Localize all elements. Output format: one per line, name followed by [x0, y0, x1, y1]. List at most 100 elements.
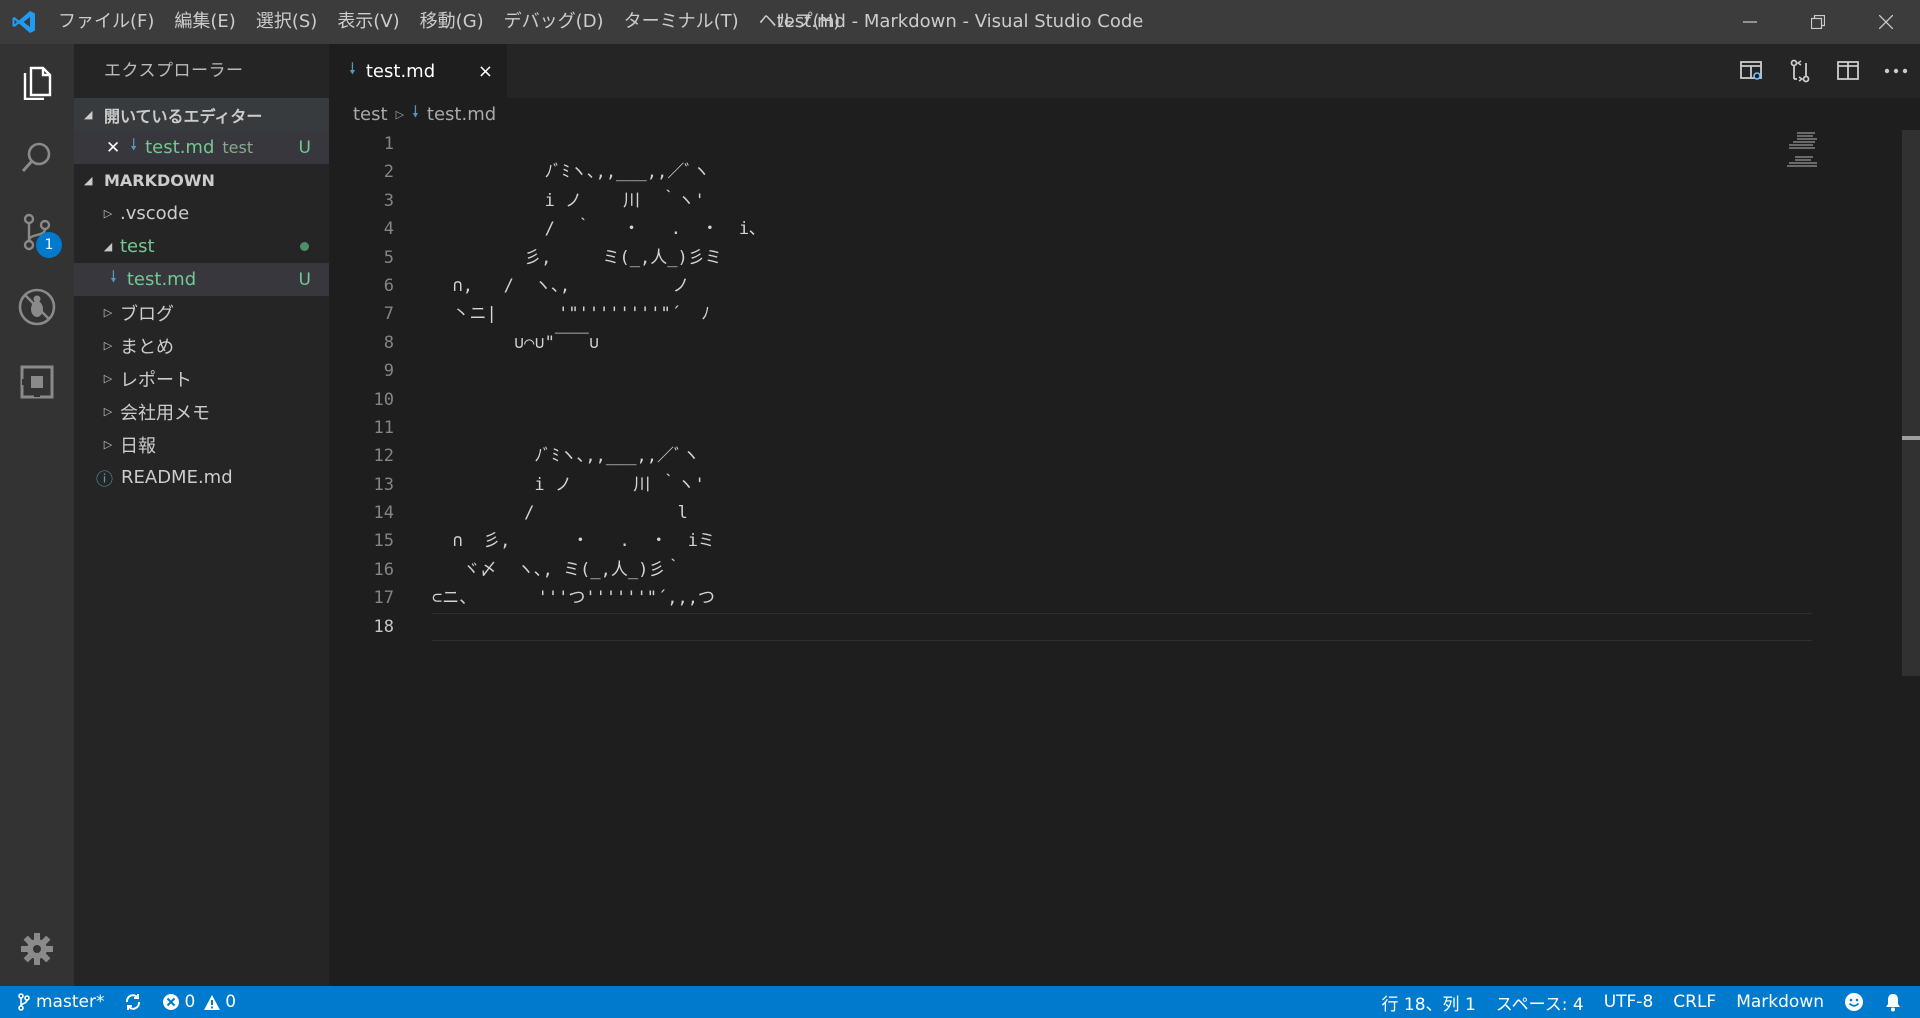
- tree-item-label: test: [120, 236, 155, 257]
- code-line[interactable]: [432, 414, 1812, 442]
- expanded-chevron-icon: ◢: [103, 240, 113, 253]
- untracked-badge: U: [298, 137, 311, 158]
- line-number-current: 18: [373, 616, 394, 637]
- code-line[interactable]: ﾉﾞﾐヽ､,,___,,／ﾞヽ: [432, 158, 1812, 186]
- open-editor-item[interactable]: ✕ 🠗 test.md test U: [74, 131, 329, 164]
- explorer-sidebar: エクスプローラー ◢ 開いているエディター ✕ 🠗 test.md test U…: [74, 44, 329, 986]
- eol-setting[interactable]: CRLF: [1663, 986, 1726, 1018]
- split-editor-button[interactable]: [1824, 44, 1872, 98]
- menu-go[interactable]: 移動(G): [410, 0, 494, 44]
- open-changes-button[interactable]: [1776, 44, 1824, 98]
- close-window-button[interactable]: [1852, 0, 1920, 44]
- editor-area[interactable]: 1 2 3 4 5 6 7 8 9 10 11 12 13 14 15 16 1…: [329, 130, 1920, 986]
- warning-count: 0: [225, 992, 237, 1012]
- menu-file[interactable]: ファイル(F): [48, 0, 164, 44]
- indentation-setting[interactable]: スペース: 4: [1486, 986, 1594, 1018]
- preview-icon: [1740, 61, 1762, 80]
- git-branch-icon: [18, 993, 30, 1011]
- menu-edit[interactable]: 編集(E): [164, 0, 245, 44]
- breadcrumb-file[interactable]: test.md: [427, 104, 496, 125]
- notifications-button[interactable]: [1874, 986, 1920, 1018]
- vertical-scrollbar[interactable]: [1902, 130, 1920, 676]
- breadcrumb: test ▷ 🠗 test.md: [329, 98, 496, 130]
- sidebar-title: エクスプローラー: [104, 61, 244, 81]
- more-actions-button[interactable]: [1872, 44, 1920, 98]
- tree-item-company-memo[interactable]: ▷ 会社用メモ: [74, 395, 329, 428]
- modified-dot-icon: [300, 242, 309, 251]
- error-icon: [163, 994, 180, 1010]
- menu-terminal[interactable]: ターミナル(T): [614, 0, 749, 44]
- open-preview-button[interactable]: [1728, 44, 1776, 98]
- search-view-button[interactable]: [0, 119, 74, 194]
- open-editor-folder: test: [222, 138, 254, 157]
- breadcrumb-folder[interactable]: test: [353, 104, 388, 125]
- untracked-badge: U: [298, 269, 311, 290]
- menu-view[interactable]: 表示(V): [327, 0, 409, 44]
- code-line[interactable]: ⊂ニ、 '''つ''''''"´,,,つ: [432, 584, 1812, 612]
- tree-item-daily-report[interactable]: ▷ 日報: [74, 428, 329, 461]
- explorer-view-button[interactable]: [0, 44, 74, 119]
- feedback-button[interactable]: [1834, 986, 1874, 1018]
- restore-button[interactable]: [1784, 0, 1852, 44]
- line-number: 11: [373, 417, 394, 438]
- code-line[interactable]: 丶ニ| '"''''''''"´ ﾉ: [432, 300, 1812, 328]
- collapsed-chevron-icon: ▷: [103, 438, 113, 451]
- branch-indicator[interactable]: master*: [0, 986, 114, 1018]
- code-line[interactable]: i ノ 川 ｀ヽ': [432, 471, 1812, 499]
- tree-item-test[interactable]: ◢ test: [74, 230, 329, 263]
- line-number: 1: [383, 134, 394, 154]
- workspace-header[interactable]: ◢ MARKDOWN: [74, 164, 329, 197]
- tree-item-report[interactable]: ▷ レポート: [74, 362, 329, 395]
- tree-item-test-md[interactable]: 🠗 test.md U: [74, 263, 329, 296]
- restore-icon: [1811, 15, 1825, 29]
- menu-bar: ファイル(F) 編集(E) 選択(S) 表示(V) 移動(G) デバッグ(D) …: [48, 0, 850, 44]
- debug-view-button[interactable]: [0, 269, 74, 344]
- collapsed-chevron-icon: ▷: [103, 405, 113, 418]
- code-line[interactable]: ∩ 彡, ・ . ・ iミ: [432, 527, 1812, 555]
- editor-tab-bar: 🠗 test.md ×: [329, 44, 1920, 98]
- code-line[interactable]: ∪⌒∪"￣￣∪: [432, 329, 1812, 357]
- source-control-view-button[interactable]: 1: [0, 194, 74, 269]
- code-line[interactable]: 彡, ミ(_,人_)彡ミ: [432, 244, 1812, 272]
- code-line[interactable]: / l: [432, 499, 1812, 527]
- menu-debug[interactable]: デバッグ(D): [494, 0, 614, 44]
- tree-item-matome[interactable]: ▷ まとめ: [74, 329, 329, 362]
- close-editor-icon[interactable]: ✕: [106, 138, 120, 158]
- workspace-label: MARKDOWN: [104, 171, 215, 190]
- minimap[interactable]: [1787, 130, 1847, 170]
- language-mode[interactable]: Markdown: [1726, 986, 1834, 1018]
- menu-help[interactable]: ヘルプ(H): [749, 0, 851, 44]
- branch-name: master*: [36, 992, 105, 1012]
- manage-settings-button[interactable]: [0, 911, 74, 986]
- code-line[interactable]: i ノ 川 ｀ヽ': [432, 187, 1812, 215]
- encoding-setting[interactable]: UTF-8: [1594, 986, 1664, 1018]
- problems-indicator[interactable]: 0 0: [152, 986, 246, 1018]
- gear-icon: [21, 932, 53, 965]
- code-line[interactable]: ∩, / ヽ､, ノ: [432, 272, 1812, 300]
- code-line[interactable]: / ｀ ・ . ・ i､: [432, 215, 1812, 243]
- code-line[interactable]: [432, 386, 1812, 414]
- line-number: 14: [373, 503, 394, 524]
- tree-item-readme[interactable]: ⓘ README.md: [74, 461, 329, 494]
- line-number: 12: [373, 446, 394, 467]
- code-line[interactable]: ヾ〆 ヽ､, ミ(_,人_)彡｀: [432, 556, 1812, 584]
- menu-selection[interactable]: 選択(S): [246, 0, 327, 44]
- code-line[interactable]: ﾉﾞﾐヽ､,,___,,／ﾞヽ: [432, 442, 1812, 470]
- tree-item-blog[interactable]: ▷ ブログ: [74, 296, 329, 329]
- code-line[interactable]: [432, 130, 1812, 158]
- vscode-logo-icon: [0, 0, 48, 44]
- line-number: 7: [383, 304, 394, 325]
- minimize-button[interactable]: [1716, 0, 1784, 44]
- tab-test-md[interactable]: 🠗 test.md ×: [329, 44, 507, 98]
- extensions-view-button[interactable]: [0, 344, 74, 419]
- tree-item-vscode[interactable]: ▷ .vscode: [74, 197, 329, 230]
- minimize-icon: [1743, 21, 1757, 23]
- sync-button[interactable]: [114, 986, 152, 1018]
- code-content[interactable]: ﾉﾞﾐヽ､,,___,,／ﾞヽ i ノ 川 ｀ヽ' / ｀ ・ . ・ i､ 彡…: [432, 130, 1812, 642]
- cursor-position[interactable]: 行 18、列 1: [1372, 986, 1486, 1018]
- close-tab-button[interactable]: ×: [478, 61, 493, 82]
- code-line-current[interactable]: [432, 612, 1812, 642]
- open-editors-header[interactable]: ◢ 開いているエディター: [74, 98, 329, 131]
- code-line[interactable]: [432, 357, 1812, 385]
- collapsed-chevron-icon: ▷: [103, 306, 113, 319]
